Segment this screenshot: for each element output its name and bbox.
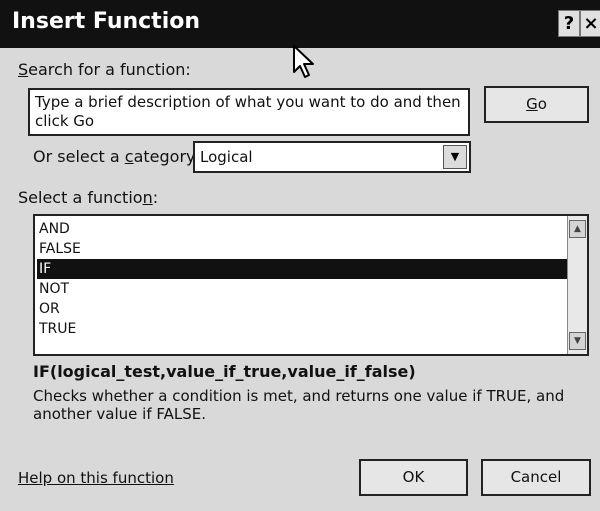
function-item-not[interactable]: NOT <box>37 279 568 299</box>
scroll-up-icon[interactable]: ▲ <box>569 220 586 238</box>
search-input[interactable]: Type a brief description of what you wan… <box>28 88 470 136</box>
dialog-title: Insert Function <box>12 9 201 34</box>
help-button[interactable]: ? <box>558 10 580 37</box>
help-on-function-link[interactable]: Help on this function <box>18 469 174 487</box>
function-list-label: Select a function: <box>18 188 159 207</box>
go-button[interactable]: Go <box>484 86 589 123</box>
function-signature: IF(logical_test,value_if_true,value_if_f… <box>33 362 416 381</box>
title-bar: Insert Function ? × <box>0 0 600 48</box>
function-item-or[interactable]: OR <box>37 299 568 319</box>
function-listbox[interactable]: AND FALSE IF NOT OR TRUE ▲ ▼ <box>33 214 589 356</box>
function-item-true[interactable]: TRUE <box>37 319 568 339</box>
function-description: Checks whether a condition is met, and r… <box>33 387 565 423</box>
category-value: Logical <box>200 148 253 166</box>
ok-button[interactable]: OK <box>359 459 468 496</box>
category-label: Or select a category: <box>33 147 200 166</box>
category-select[interactable]: Logical ▼ <box>193 141 471 173</box>
function-item-if[interactable]: IF <box>37 259 568 279</box>
scroll-down-icon[interactable]: ▼ <box>569 332 586 350</box>
function-item-and[interactable]: AND <box>37 219 568 239</box>
cancel-button[interactable]: Cancel <box>481 459 591 496</box>
insert-function-dialog: Insert Function ? × Search for a functio… <box>0 0 600 511</box>
mouse-pointer-icon <box>293 45 314 78</box>
vertical-scrollbar[interactable]: ▲ ▼ <box>567 216 587 354</box>
search-label: Search for a function: <box>18 60 191 79</box>
function-item-false[interactable]: FALSE <box>37 239 568 259</box>
close-button[interactable]: × <box>580 10 600 37</box>
dropdown-arrow-icon[interactable]: ▼ <box>443 145 467 169</box>
